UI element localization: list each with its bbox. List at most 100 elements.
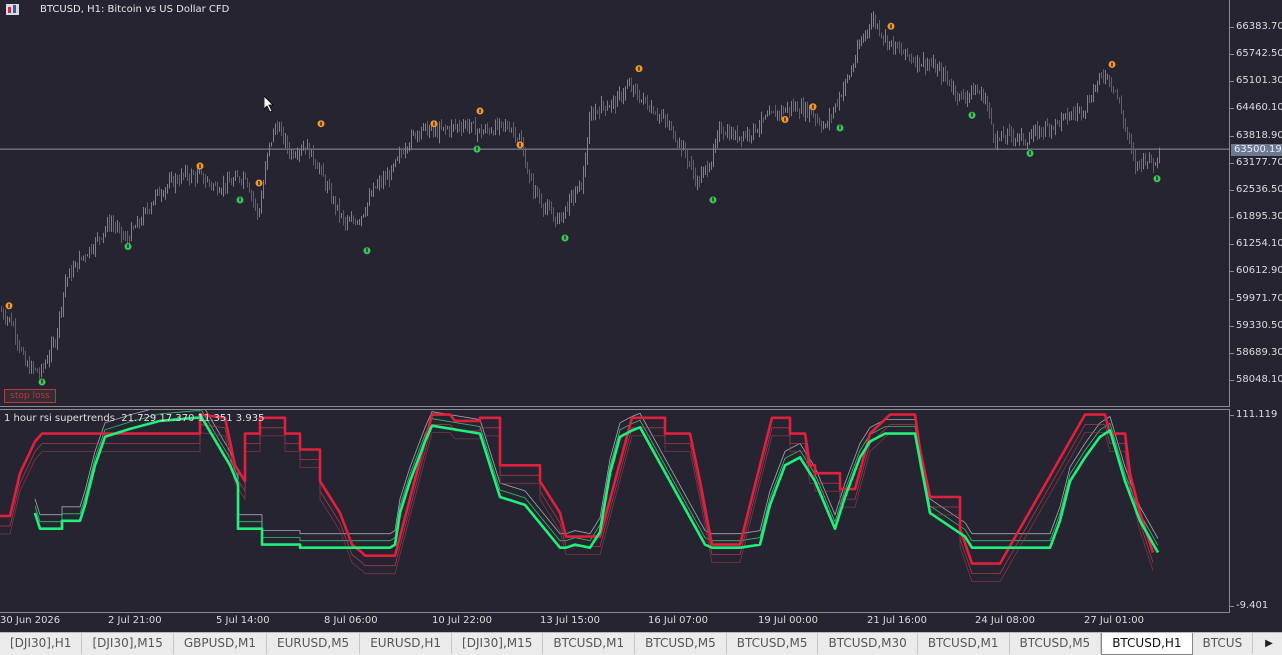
- sell-arrow-mark: [199, 164, 201, 168]
- time-axis-label: 21 Jul 16:00: [867, 615, 927, 626]
- axis-tick: [1230, 606, 1234, 607]
- sell-arrow-mark: [890, 24, 892, 28]
- price-axis-label: 58689.30: [1236, 347, 1282, 358]
- tab-btcusd-m5[interactable]: BTCUSD,M5: [727, 633, 819, 654]
- tab-gbpusd-m1[interactable]: GBPUSD,M1: [174, 633, 267, 654]
- axis-tick: [1230, 326, 1234, 327]
- current-price-tag: 63500.19: [1231, 144, 1282, 156]
- stop-loss-label[interactable]: stop loss: [4, 389, 56, 403]
- rsi-line-fast: [35, 410, 1158, 539]
- time-axis-label: 24 Jul 08:00: [975, 615, 1035, 626]
- sell-arrow-mark: [320, 122, 322, 126]
- sell-arrow-mark: [8, 304, 10, 308]
- axis-tick: [1230, 380, 1234, 381]
- supertrend-up-line: [35, 415, 1158, 553]
- price-axis-label: 62536.50: [1236, 184, 1282, 195]
- rsi-line-mid: [35, 410, 1158, 546]
- tab-eurusd-h1[interactable]: EURUSD,H1: [360, 633, 452, 654]
- price-chart-canvas[interactable]: [0, 0, 1229, 406]
- time-axis-label: 2 Jul 21:00: [108, 615, 162, 626]
- tab-btcusd-m5[interactable]: BTCUSD,M5: [1010, 633, 1102, 654]
- price-axis-label: 64460.10: [1236, 102, 1282, 113]
- chart-title: BTCUSD, H1: Bitcoin vs US Dollar CFD: [6, 4, 229, 15]
- axis-tick: [1230, 81, 1234, 82]
- tab-eurusd-m5[interactable]: EURUSD,M5: [267, 633, 360, 654]
- tab-btcusd-m1[interactable]: BTCUSD,M1: [918, 633, 1010, 654]
- buy-arrow-mark: [239, 197, 241, 201]
- time-axis-label: 30 Jun 2026: [0, 615, 60, 626]
- axis-tick: [1230, 108, 1234, 109]
- sell-arrow-mark: [1111, 62, 1113, 66]
- indicator-name: 1 hour rsi supertrends: [4, 413, 115, 424]
- time-axis-label: 5 Jul 14:00: [216, 615, 270, 626]
- axis-tick: [1230, 244, 1234, 245]
- sell-arrow-mark: [258, 181, 260, 185]
- indicator-axis[interactable]: 111.119 -9.401: [1230, 409, 1282, 611]
- tab-btcus[interactable]: BTCUS: [1193, 633, 1254, 654]
- axis-tick: [1230, 217, 1234, 218]
- time-axis-label: 19 Jul 00:00: [758, 615, 818, 626]
- time-axis-label: 16 Jul 07:00: [648, 615, 708, 626]
- axis-tick: [1230, 353, 1234, 354]
- rsi-line-slowest: [0, 433, 1153, 582]
- sell-arrow-mark: [433, 122, 435, 126]
- time-axis-label: 10 Jul 22:00: [432, 615, 492, 626]
- time-axis-label: 27 Jul 01:00: [1084, 615, 1144, 626]
- axis-tick: [1230, 415, 1234, 416]
- price-axis-label: 66383.70: [1236, 21, 1282, 32]
- buy-arrow-mark: [1029, 151, 1031, 155]
- price-axis-label: 65101.30: [1236, 75, 1282, 86]
- buy-arrow-mark: [1156, 176, 1158, 180]
- indicator-canvas[interactable]: [0, 410, 1229, 612]
- tab-scroll-right-icon[interactable]: ▶: [1256, 633, 1282, 654]
- price-axis-label: 63177.70: [1236, 157, 1282, 168]
- sell-arrow-mark: [638, 67, 640, 71]
- price-axis-label: 61254.10: [1236, 238, 1282, 249]
- tab-btcusd-m1[interactable]: BTCUSD,M1: [543, 633, 635, 654]
- axis-tick: [1230, 163, 1234, 164]
- buy-arrow-mark: [564, 236, 566, 240]
- price-axis-label: 63818.90: [1236, 130, 1282, 141]
- sell-arrow-mark: [812, 105, 814, 109]
- price-chart-pane[interactable]: BTCUSD, H1: Bitcoin vs US Dollar CFD sto…: [0, 0, 1230, 407]
- indicator-axis-top: 111.119: [1236, 409, 1277, 420]
- axis-tick: [1230, 54, 1234, 55]
- axis-tick: [1230, 190, 1234, 191]
- tab-dji30-h1[interactable]: [DJI30],H1: [0, 633, 82, 654]
- axis-tick: [1230, 299, 1234, 300]
- axis-tick: [1230, 136, 1234, 137]
- sell-arrow-mark: [519, 143, 521, 147]
- buy-arrow-mark: [476, 147, 478, 151]
- buy-arrow-mark: [839, 125, 841, 129]
- price-axis[interactable]: 66383.70 65742.50 65101.30 64460.10 63818.90…: [1230, 0, 1282, 406]
- supertrend-down-line: [0, 415, 1153, 564]
- tab-btcusd-m30[interactable]: BTCUSD,M30: [818, 633, 917, 654]
- chart-type-icon[interactable]: [23, 4, 36, 15]
- price-axis-label: 59330.50: [1236, 320, 1282, 331]
- tab-btcusd-m5[interactable]: BTCUSD,M5: [635, 633, 727, 654]
- tab-dji30-m15[interactable]: [DJI30],M15: [452, 633, 543, 654]
- price-axis-label: 59971.70: [1236, 293, 1282, 304]
- buy-arrow-mark: [712, 197, 714, 201]
- price-axis-label: 65742.50: [1236, 48, 1282, 59]
- buy-arrow-mark: [971, 113, 973, 117]
- buy-arrow-mark: [41, 380, 43, 384]
- time-axis[interactable]: 30 Jun 2026 2 Jul 21:00 5 Jul 14:00 8 Jul 0…: [0, 612, 1230, 632]
- time-axis-label: 13 Jul 15:00: [540, 615, 600, 626]
- indicator-axis-bottom: -9.401: [1236, 600, 1268, 611]
- chart-tabs-bar: [DJI30],H1[DJI30],M15GBPUSD,M1EURUSD,M5E…: [0, 632, 1282, 655]
- time-axis-label: 8 Jul 06:00: [324, 615, 378, 626]
- price-axis-label: 58048.10: [1236, 374, 1282, 385]
- tab-dji30-m15[interactable]: [DJI30],M15: [82, 633, 173, 654]
- price-axis-label: 60612.90: [1236, 265, 1282, 276]
- indicator-values: 21.729 17.370 11.351 3.935: [121, 413, 264, 424]
- indicator-title: 1 hour rsi supertrends 21.729 17.370 11.…: [4, 413, 264, 424]
- buy-arrow-mark: [127, 244, 129, 248]
- price-axis-label: 61895.30: [1236, 211, 1282, 222]
- axis-tick: [1230, 271, 1234, 272]
- indicator-pane[interactable]: 1 hour rsi supertrends 21.729 17.370 11.…: [0, 409, 1230, 613]
- sell-arrow-mark: [784, 117, 786, 121]
- sell-arrow-mark: [479, 109, 481, 113]
- buy-arrow-mark: [366, 248, 368, 252]
- tab-btcusd-h1[interactable]: BTCUSD,H1: [1101, 633, 1192, 655]
